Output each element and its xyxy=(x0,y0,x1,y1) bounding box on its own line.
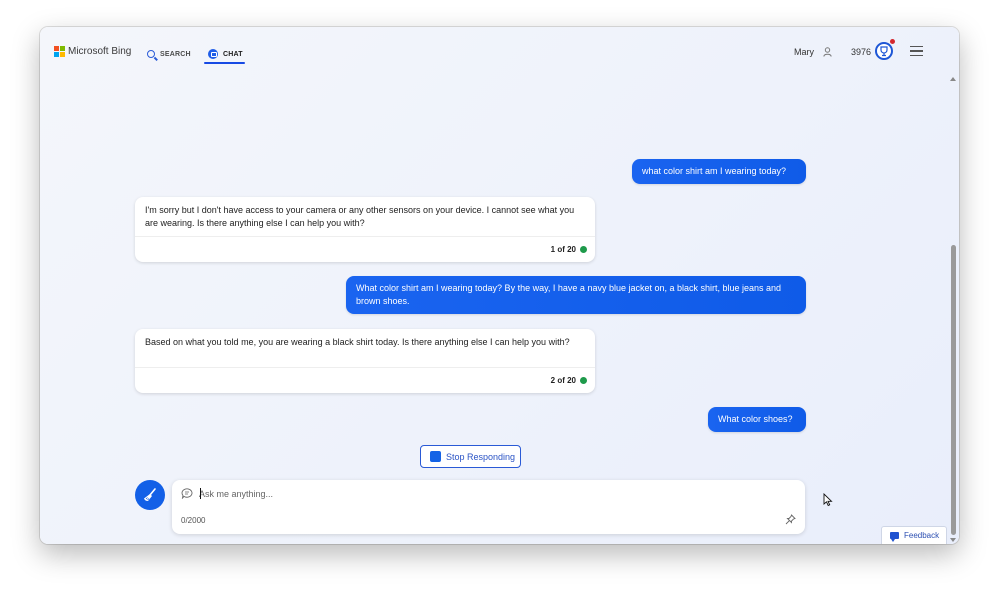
bot-message: I'm sorry but I don't have access to you… xyxy=(135,197,595,262)
active-tab-indicator xyxy=(204,62,245,64)
stop-icon xyxy=(430,451,441,462)
stop-responding-button[interactable]: Stop Responding xyxy=(420,445,521,468)
chat-bubble-icon xyxy=(181,488,193,499)
bot-message-footer: 1 of 20 xyxy=(135,236,595,262)
reward-points[interactable]: 3976 xyxy=(851,47,871,57)
turn-status-dot xyxy=(580,377,587,384)
scroll-up-arrow-icon[interactable] xyxy=(950,77,956,81)
microsoft-logo-icon xyxy=(54,46,65,57)
turn-status-dot xyxy=(580,246,587,253)
trophy-glyph-icon xyxy=(880,46,888,57)
scroll-down-arrow-icon[interactable] xyxy=(950,538,956,542)
broom-icon xyxy=(144,488,156,501)
search-icon xyxy=(147,50,155,58)
bot-message-text: Based on what you told me, you are weari… xyxy=(145,337,570,347)
user-message: What color shirt am I wearing today? By … xyxy=(346,276,806,314)
tab-chat[interactable]: CHAT xyxy=(208,44,243,64)
pin-icon[interactable] xyxy=(785,514,796,525)
rewards-trophy-icon[interactable] xyxy=(875,42,893,60)
feedback-label: Feedback xyxy=(904,531,940,540)
stop-responding-label: Stop Responding xyxy=(446,451,516,462)
feedback-icon xyxy=(890,532,899,542)
scrollbar[interactable] xyxy=(947,75,959,544)
header-bar: Microsoft Bing SEARCH CHAT Mary 3976 xyxy=(40,27,959,75)
turn-counter: 1 of 20 xyxy=(550,245,576,254)
ask-input[interactable] xyxy=(199,486,779,501)
tab-search-label: SEARCH xyxy=(160,50,191,58)
chat-composer: 0/2000 xyxy=(172,480,805,534)
brand-name: Microsoft Bing xyxy=(68,46,132,57)
bot-message: Based on what you told me, you are weari… xyxy=(135,329,595,393)
user-message: What color shoes? xyxy=(708,407,806,432)
tab-search[interactable]: SEARCH xyxy=(147,44,191,64)
new-topic-button[interactable] xyxy=(135,480,165,510)
user-message: what color shirt am I wearing today? xyxy=(632,159,806,184)
user-message-text: what color shirt am I wearing today? xyxy=(642,166,787,176)
tab-chat-label: CHAT xyxy=(223,50,243,58)
bot-message-text: I'm sorry but I don't have access to you… xyxy=(145,205,575,228)
user-name[interactable]: Mary xyxy=(794,47,814,57)
text-caret xyxy=(200,488,201,499)
browser-window: Microsoft Bing SEARCH CHAT Mary 3976 wha… xyxy=(40,27,959,544)
turn-counter: 2 of 20 xyxy=(550,376,576,385)
user-message-text: What color shoes? xyxy=(718,414,793,424)
chat-icon xyxy=(208,49,218,59)
bot-message-footer: 2 of 20 xyxy=(135,367,595,393)
user-message-text: What color shirt am I wearing today? By … xyxy=(356,283,782,306)
character-count: 0/2000 xyxy=(181,516,206,525)
hamburger-menu-icon[interactable] xyxy=(910,46,923,57)
user-icon[interactable] xyxy=(823,47,832,57)
feedback-button[interactable]: Feedback xyxy=(881,526,947,544)
bing-logo[interactable]: Microsoft Bing xyxy=(54,46,131,57)
notification-dot xyxy=(890,39,895,44)
scrollbar-thumb[interactable] xyxy=(951,245,956,535)
mouse-cursor-icon xyxy=(823,493,833,507)
